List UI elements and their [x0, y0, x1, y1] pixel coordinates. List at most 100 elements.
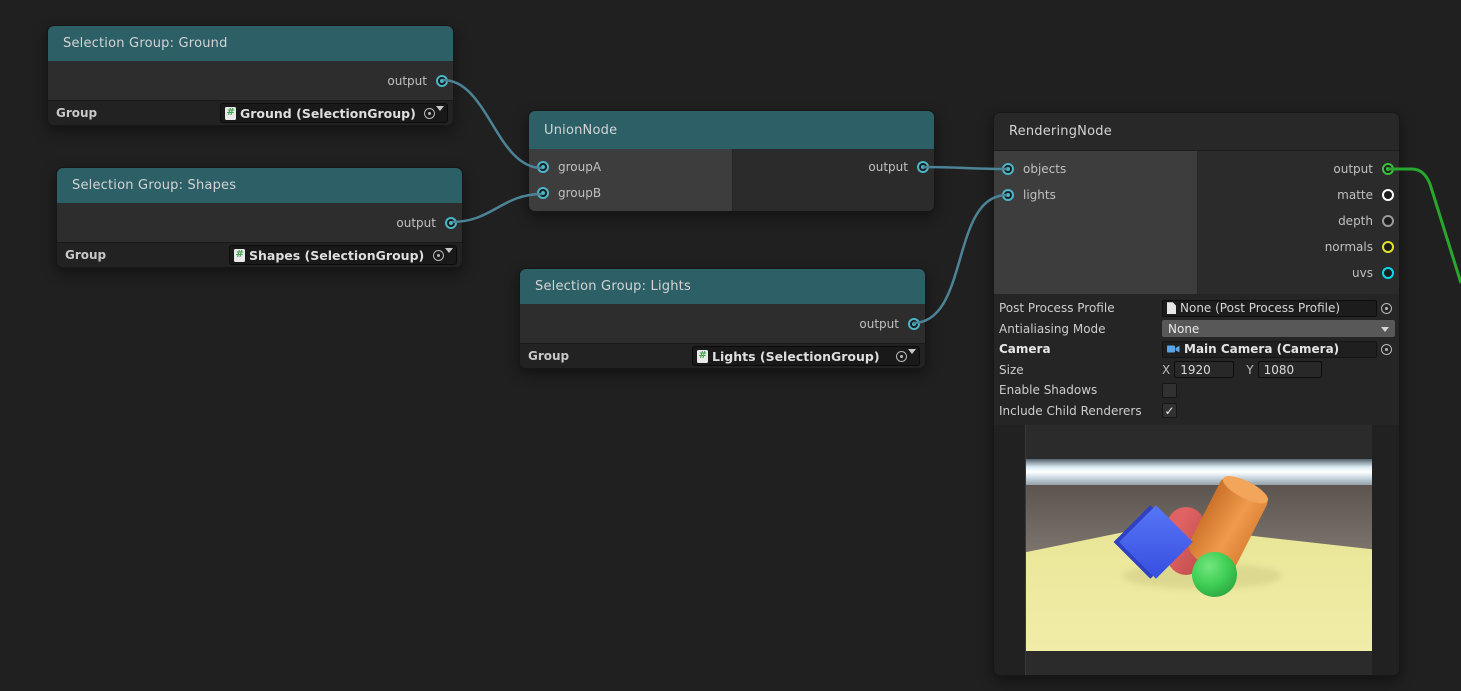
depth-port[interactable]	[1382, 215, 1394, 227]
prop-row-include-child-renderers: Include Child Renderers ✓	[999, 401, 1395, 422]
node-header[interactable]: Selection Group: Lights	[520, 269, 925, 304]
object-picker[interactable]	[1377, 343, 1395, 355]
node-controls: Group Ground (SelectionGroup)	[48, 100, 453, 125]
group-object-field[interactable]: Lights (SelectionGroup)	[692, 346, 920, 366]
prop-row-size: Size X Y	[999, 360, 1395, 381]
node-port-area: output	[520, 304, 925, 343]
file-icon	[1167, 302, 1176, 315]
node-title: Selection Group: Shapes	[72, 178, 237, 193]
node-port-area: groupA groupB output	[529, 149, 934, 211]
prop-row-camera: Camera Main Camera (Camera)	[999, 339, 1395, 360]
enable-shadows-checkbox[interactable]	[1162, 382, 1177, 398]
node-header[interactable]: Selection Group: Ground	[48, 26, 453, 61]
group-object-field[interactable]: Shapes (SelectionGroup)	[229, 245, 457, 265]
groupA-port[interactable]	[537, 161, 549, 173]
group-object-value: Ground (SelectionGroup)	[240, 105, 416, 121]
node-header[interactable]: UnionNode	[529, 111, 934, 149]
object-picker[interactable]	[433, 247, 453, 261]
object-picker-icon	[896, 350, 907, 362]
output-port[interactable]	[445, 216, 457, 229]
render-preview-image	[1026, 459, 1372, 651]
node-header[interactable]: RenderingNode	[994, 113, 1399, 151]
output-port-label: output	[868, 160, 908, 174]
output-row-depth: depth	[1338, 208, 1394, 234]
lights-port-label: lights	[1023, 188, 1056, 202]
output-port[interactable]	[1382, 163, 1394, 175]
output-port-label: output	[1333, 162, 1373, 176]
prop-row-antialiasing-mode: Antialiasing Mode None	[999, 319, 1395, 340]
node-port-area: output	[48, 61, 453, 100]
node-title: Selection Group: Ground	[63, 36, 228, 51]
antialiasing-mode-value: None	[1168, 321, 1200, 336]
node-union[interactable]: UnionNode groupA groupB output	[528, 110, 935, 212]
uvs-port-label: uvs	[1352, 266, 1373, 280]
include-child-renderers-label: Include Child Renderers	[999, 403, 1142, 418]
node-rendering[interactable]: RenderingNode objects lights output matt…	[993, 112, 1400, 676]
selection-group-asset-icon	[697, 349, 708, 363]
size-y-input[interactable]	[1257, 361, 1322, 379]
input-row-groupB: groupB	[537, 180, 601, 206]
post-process-profile-value: None (Post Process Profile)	[1180, 301, 1341, 316]
object-picker[interactable]	[896, 348, 916, 362]
output-row-uvs: uvs	[1352, 260, 1394, 286]
input-row-groupA: groupA	[537, 154, 601, 180]
size-label: Size	[999, 362, 1024, 377]
matte-port[interactable]	[1382, 189, 1394, 201]
camera-preview-panel	[1025, 425, 1372, 675]
input-row-lights: lights	[1002, 182, 1056, 208]
size-y-label: Y	[1246, 362, 1254, 377]
group-field-label: Group	[65, 248, 107, 262]
node-title: RenderingNode	[1009, 124, 1112, 139]
normals-port-label: normals	[1324, 240, 1373, 254]
output-port-label: output	[387, 73, 427, 88]
selection-group-asset-icon	[234, 248, 245, 262]
camera-icon	[1167, 345, 1180, 353]
output-port-label: output	[859, 316, 899, 331]
selection-group-asset-icon	[225, 106, 236, 120]
matte-port-label: matte	[1337, 188, 1373, 202]
antialiasing-mode-dropdown[interactable]: None	[1162, 320, 1395, 338]
node-controls: Group Shapes (SelectionGroup)	[57, 242, 462, 267]
groupB-port[interactable]	[537, 187, 549, 199]
include-child-renderers-checkbox[interactable]: ✓	[1162, 403, 1177, 419]
depth-port-label: depth	[1338, 214, 1373, 228]
node-selection-group-ground[interactable]: Selection Group: Ground output Group Gro…	[47, 25, 454, 126]
chevron-down-icon	[436, 105, 444, 111]
camera-preview-section	[994, 425, 1399, 675]
object-picker[interactable]	[1377, 302, 1395, 314]
node-selection-group-shapes[interactable]: Selection Group: Shapes output Group Sha…	[56, 167, 463, 268]
output-port-label: output	[396, 215, 436, 230]
objects-port[interactable]	[1002, 163, 1014, 175]
camera-object-field[interactable]: Main Camera (Camera)	[1162, 340, 1377, 358]
node-port-area: output	[57, 203, 462, 242]
group-object-field[interactable]: Ground (SelectionGroup)	[220, 103, 448, 123]
object-picker[interactable]	[424, 105, 444, 119]
node-title: Selection Group: Lights	[535, 279, 691, 294]
node-port-area: objects lights output matte depth normal…	[994, 151, 1399, 294]
output-row-normals: normals	[1325, 234, 1394, 260]
object-picker-icon	[424, 107, 435, 119]
node-selection-group-lights[interactable]: Selection Group: Lights output Group Lig…	[519, 268, 926, 369]
size-x-input[interactable]	[1174, 361, 1235, 379]
lights-port[interactable]	[1002, 189, 1014, 201]
check-icon: ✓	[1164, 403, 1175, 418]
output-port[interactable]	[917, 161, 929, 173]
group-object-value: Lights (SelectionGroup)	[712, 348, 880, 364]
node-header[interactable]: Selection Group: Shapes	[57, 168, 462, 203]
group-field-label: Group	[56, 106, 98, 120]
normals-port[interactable]	[1382, 241, 1394, 253]
prop-row-post-process-profile: Post Process Profile None (Post Process …	[999, 298, 1395, 319]
node-title: UnionNode	[544, 122, 618, 138]
preview-green-sphere	[1192, 552, 1237, 597]
groupB-port-label: groupB	[558, 186, 602, 200]
preview-sky	[1026, 459, 1372, 486]
node-graph-canvas[interactable]: Selection Group: Ground output Group Gro…	[0, 0, 1461, 691]
output-port[interactable]	[908, 317, 920, 330]
post-process-profile-field[interactable]: None (Post Process Profile)	[1162, 299, 1377, 317]
object-picker-icon	[1380, 343, 1392, 355]
object-picker-icon	[433, 249, 444, 261]
uvs-port[interactable]	[1382, 267, 1394, 279]
object-picker-icon	[1380, 302, 1392, 314]
output-port[interactable]	[436, 74, 448, 87]
output-row-matte: matte	[1337, 182, 1394, 208]
